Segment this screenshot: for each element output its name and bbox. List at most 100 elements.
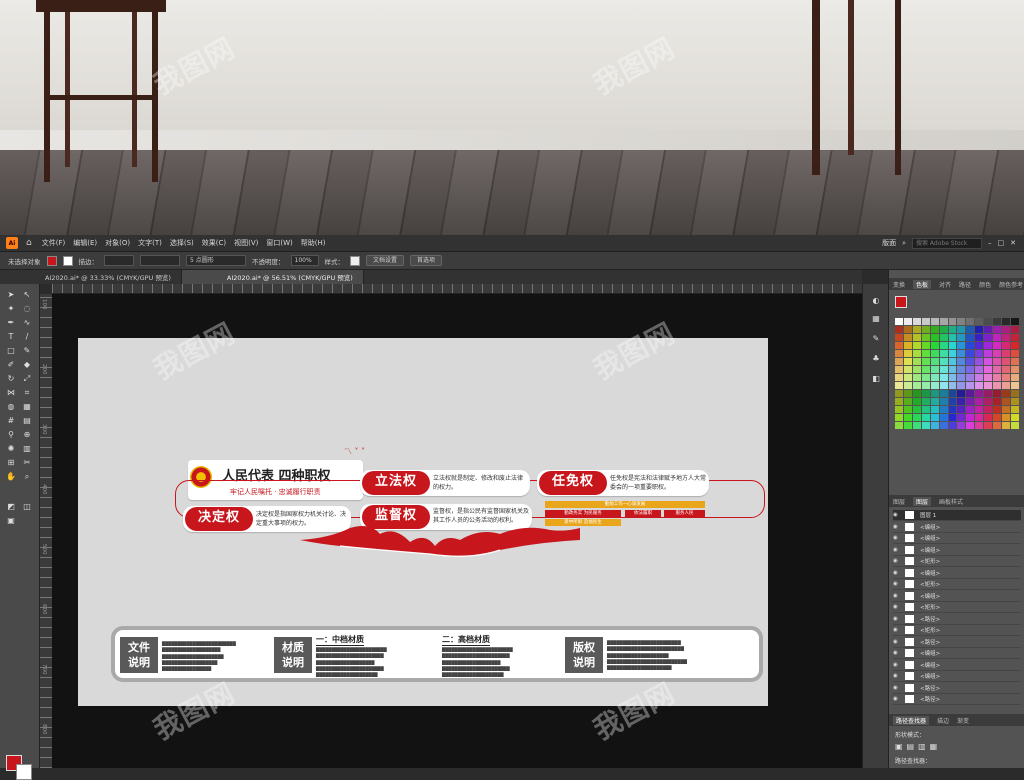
swatch-chip[interactable] [930,390,939,397]
swatch-chip[interactable] [966,414,975,421]
swatch-chip[interactable] [930,406,939,413]
layer-row[interactable]: ◉ <编组> [893,671,1021,682]
swatch-chip[interactable] [957,326,966,333]
swatch-chip[interactable] [966,422,975,429]
swatch-chip[interactable] [1002,366,1011,373]
swatch-chip[interactable] [948,326,957,333]
tab-color-guide[interactable]: 颜色参考 [999,280,1023,289]
swatch-chip[interactable] [984,422,993,429]
pen-tool-icon[interactable]: ✒ [6,318,16,328]
swatch-chip[interactable] [1002,350,1011,357]
swatch-chip[interactable] [966,382,975,389]
close-icon[interactable]: ✕ [1010,239,1016,247]
swatch-chip[interactable] [948,406,957,413]
swatch-chip[interactable] [895,382,903,389]
swatch-chip[interactable] [912,374,921,381]
swatch-chip[interactable] [984,350,993,357]
type-tool-icon[interactable]: T [6,332,16,342]
preferences-button[interactable]: 首选项 [410,255,443,266]
tab-pathfinder[interactable]: 路径查找器 [893,715,930,725]
active-swatch[interactable] [895,296,907,308]
swatch-chip[interactable] [903,334,912,341]
swatch-chip[interactable] [1011,366,1019,373]
swatch-chip[interactable] [966,334,975,341]
doc-tab-1[interactable]: AI2020.ai* @ 33.33% (CMYK/GPU 预览) [0,270,182,284]
swatch-chip[interactable] [984,366,993,373]
swatch-chip[interactable] [948,350,957,357]
swatch-chip[interactable] [984,342,993,349]
selection-tool-icon[interactable]: ➤ [6,290,16,300]
swatch-chip[interactable] [993,326,1002,333]
swatch-chip[interactable] [948,342,957,349]
menu-type[interactable]: 文字(T) [138,238,162,248]
visibility-eye-icon[interactable]: ◉ [893,524,899,530]
swatch-chip[interactable] [939,366,948,373]
screen-mode-icon[interactable]: ▣ [6,516,16,526]
swatch-chip[interactable] [948,382,957,389]
swatch-chip[interactable] [1002,326,1011,333]
curvature-icon[interactable]: ∿ [22,318,32,328]
line-tool-icon[interactable]: / [22,332,32,342]
shaper-icon[interactable]: ✐ [6,360,16,370]
menu-edit[interactable]: 编辑(E) [73,238,97,248]
swatch-chip[interactable] [912,390,921,397]
swatch-chip[interactable] [895,374,903,381]
swatch-chip[interactable] [984,390,993,397]
swatch-chip[interactable] [1002,382,1011,389]
swatch-chip[interactable] [948,390,957,397]
swatch-chip[interactable] [939,406,948,413]
swatch-chip[interactable] [939,382,948,389]
swatch-chip[interactable] [895,318,903,325]
swatch-chip[interactable] [975,422,984,429]
swatch-chip[interactable] [957,390,966,397]
swatch-chip[interactable] [957,342,966,349]
color-panel-icon[interactable]: ◐ [871,296,881,306]
visibility-eye-icon[interactable]: ◉ [893,535,899,541]
swatch-chip[interactable] [966,326,975,333]
swatch-chip[interactable] [975,342,984,349]
swatch-chip[interactable] [921,374,930,381]
home-icon[interactable]: ⌂ [26,238,32,248]
swatch-chip[interactable] [948,334,957,341]
swatch-chip[interactable] [984,382,993,389]
artboard-tool-icon[interactable]: ⊞ [6,458,16,468]
swatch-chip[interactable] [957,422,966,429]
visibility-eye-icon[interactable]: ◉ [893,570,899,576]
swatch-chip[interactable] [966,318,975,325]
layer-row[interactable]: ◉ <编组> [893,545,1021,556]
swatch-chip[interactable] [939,414,948,421]
visibility-eye-icon[interactable]: ◉ [893,673,899,679]
swatch-chip[interactable] [966,390,975,397]
swatch-chip[interactable] [957,318,966,325]
menu-object[interactable]: 对象(O) [105,238,130,248]
layer-row[interactable]: ◉ <路径> [893,614,1021,625]
swatch-chip[interactable] [1011,334,1019,341]
visibility-eye-icon[interactable]: ◉ [893,662,899,668]
swatch-chip[interactable] [912,334,921,341]
swatch-chip[interactable] [993,422,1002,429]
swatch-chip[interactable] [895,342,903,349]
swatch-chip[interactable] [975,414,984,421]
swatch-chip[interactable] [1002,390,1011,397]
swatch-chip[interactable] [939,374,948,381]
swatch-chip[interactable] [1011,390,1019,397]
swatch-chip[interactable] [957,414,966,421]
swatch-chip[interactable] [975,406,984,413]
layer-row[interactable]: ◉ <矩形> [893,625,1021,636]
swatch-chip[interactable] [895,358,903,365]
visibility-eye-icon[interactable]: ◉ [893,604,899,610]
swatch-chip[interactable] [993,350,1002,357]
swatch-chip[interactable] [912,342,921,349]
swatch-chip[interactable] [939,318,948,325]
layer-row[interactable]: ◉ <路径> [893,694,1021,705]
swatch-chip[interactable] [1011,350,1019,357]
swatch-chip[interactable] [975,318,984,325]
swatch-chip[interactable] [984,398,993,405]
workspace-switcher[interactable]: 版面 [882,238,896,248]
eraser-icon[interactable]: ◆ [22,360,32,370]
swatch-chip[interactable] [1011,382,1019,389]
layer-row[interactable]: ◉ <编组> [893,660,1021,671]
swatch-chip[interactable] [966,366,975,373]
magic-wand-icon[interactable]: ✦ [6,304,16,314]
swatch-chip[interactable] [1002,398,1011,405]
